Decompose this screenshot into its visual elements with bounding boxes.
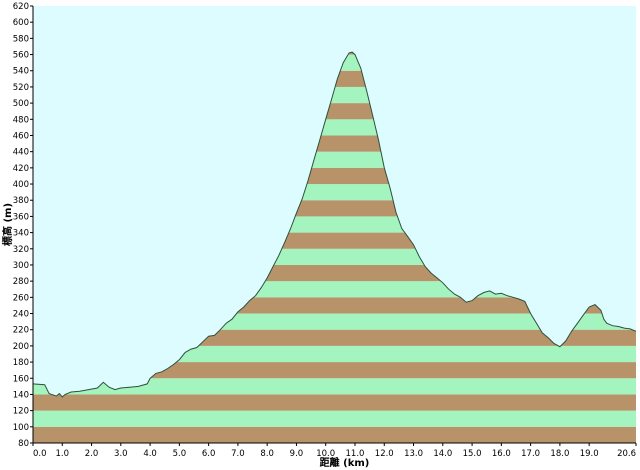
y-tick-label: 580: [13, 34, 29, 44]
x-tick-label: 18.0: [550, 449, 569, 459]
x-tick-label: 17.0: [521, 449, 540, 459]
x-tick-label: 12.0: [375, 449, 394, 459]
elevation-chart: 80 100 120 140 160 180 200 220 240 260 280 300 320 34…: [0, 0, 640, 470]
y-tick-label: 620: [13, 2, 29, 12]
x-tick-label: 13.0: [404, 449, 423, 459]
x-tick-label: 20.6: [617, 449, 636, 459]
y-tick-label: 200: [13, 342, 29, 352]
y-tick-label: 380: [13, 196, 29, 206]
y-tick-label: 180: [13, 358, 29, 368]
y-tick-label: 520: [13, 83, 29, 93]
y-tick-label: 140: [13, 390, 29, 400]
y-tick-label: 360: [13, 212, 29, 222]
x-tick-label: 1.0: [56, 449, 70, 459]
elevation-band: [33, 394, 636, 411]
x-tick-label: 15.0: [463, 449, 482, 459]
y-tick-label: 480: [13, 115, 29, 125]
x-tick-label: 0.0: [33, 449, 47, 459]
x-tick-label: 8.0: [260, 449, 274, 459]
y-tick-label: 420: [13, 164, 29, 174]
y-tick-label: 160: [13, 374, 29, 384]
y-axis-title: 標高 (m): [1, 203, 14, 246]
x-tick-label: 5.0: [173, 449, 187, 459]
x-tick-label: 16.0: [492, 449, 511, 459]
chart-canvas: 80 100 120 140 160 180 200 220 240 260 280 300 320 34…: [1, 2, 637, 469]
x-tick-label: 2.0: [85, 449, 99, 459]
x-tick-label: 3.0: [114, 449, 128, 459]
y-tick-label: 220: [13, 326, 29, 336]
y-tick-label: 320: [13, 245, 29, 255]
x-axis-ticks: 0.0 1.0 2.0 3.0 4.0 5.0 6.0 7.0 8.0 9.0 10.0 11.0 12…: [32, 443, 637, 459]
y-tick-label: 260: [13, 293, 29, 303]
y-tick-label: 100: [13, 423, 29, 433]
x-tick-label: 14.0: [433, 449, 452, 459]
x-tick-label: 4.0: [143, 449, 157, 459]
y-tick-label: 460: [13, 131, 29, 141]
x-tick-label: 19.0: [580, 449, 599, 459]
y-tick-label: 80: [18, 439, 29, 449]
elevation-band: [33, 410, 636, 427]
x-axis-title: 距離 (km): [320, 456, 370, 469]
y-tick-label: 120: [13, 407, 29, 417]
y-tick-label: 440: [13, 148, 29, 158]
x-tick-label: 9.0: [290, 449, 304, 459]
y-tick-label: 540: [13, 67, 29, 77]
y-tick-label: 300: [13, 261, 29, 271]
y-tick-label: 600: [13, 18, 29, 28]
y-tick-label: 500: [13, 99, 29, 109]
y-tick-label: 240: [13, 310, 29, 320]
y-tick-label: 340: [13, 229, 29, 239]
y-tick-label: 560: [13, 51, 29, 61]
x-tick-label: 7.0: [231, 449, 245, 459]
y-tick-label: 400: [13, 180, 29, 190]
x-tick-label: 6.0: [202, 449, 216, 459]
elevation-band: [33, 426, 636, 443]
y-tick-label: 280: [13, 277, 29, 287]
y-axis-ticks: 80 100 120 140 160 180 200 220 240 260 280 300 320 34…: [13, 2, 33, 449]
